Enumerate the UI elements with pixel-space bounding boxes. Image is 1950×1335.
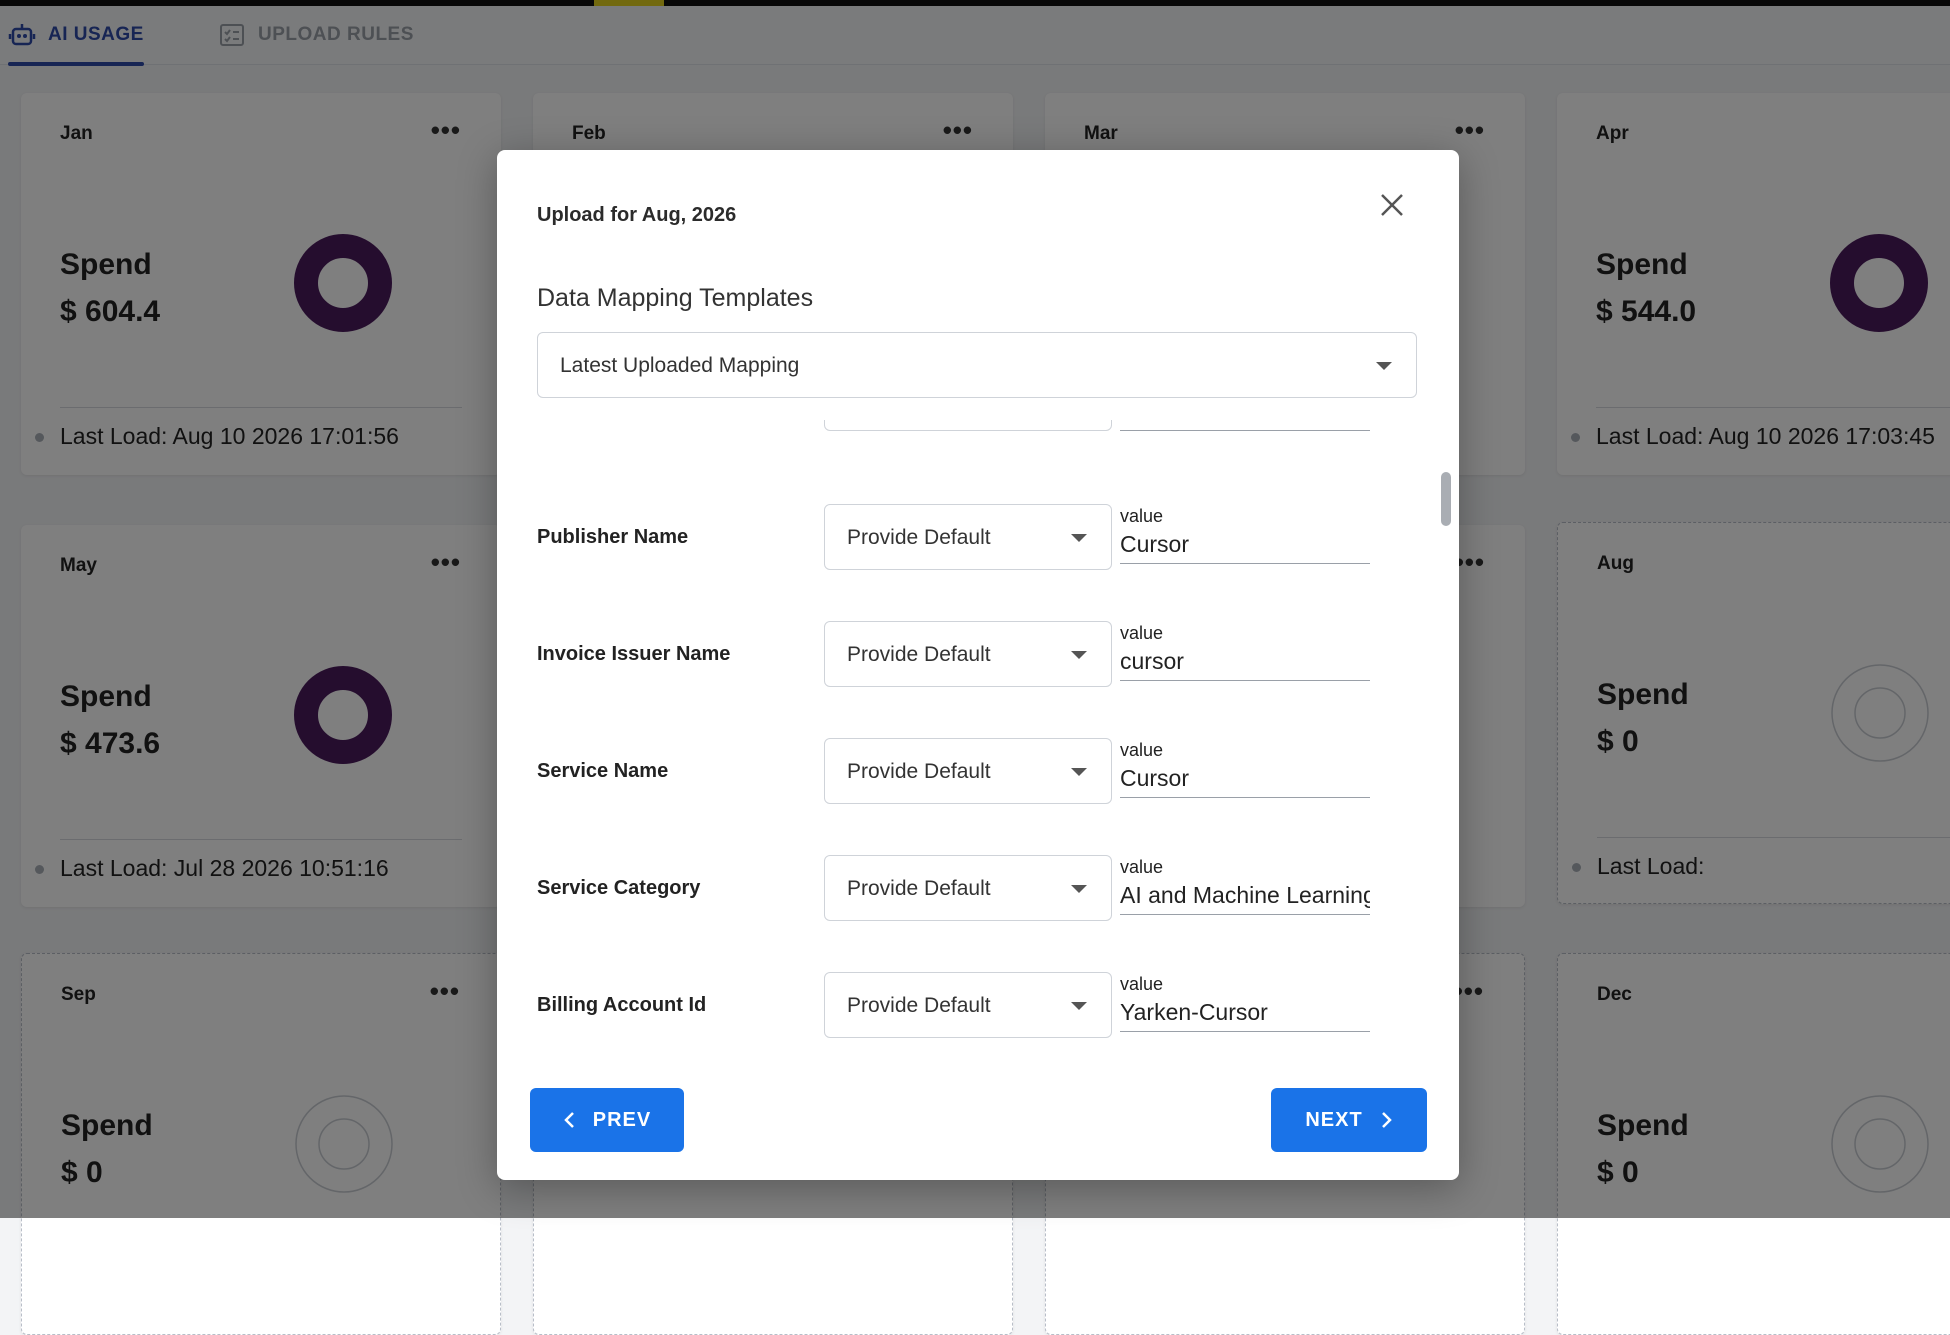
value-label: value	[1120, 506, 1164, 526]
chevron-left-icon	[563, 1112, 574, 1128]
row-label-service-name: Service Name	[537, 760, 669, 782]
value-input-billing-account[interactable]	[1120, 993, 1370, 1032]
value-label: value	[1120, 974, 1164, 994]
value-label: value	[1120, 740, 1164, 760]
chevron-down-icon	[1376, 362, 1392, 370]
section-title: Data Mapping Templates	[537, 284, 814, 312]
prev-button[interactable]: PREV	[530, 1088, 684, 1152]
row-label-billing-account: Billing Account Id	[537, 994, 707, 1016]
value-input-service-name[interactable]	[1120, 759, 1370, 798]
prev-button-label: PREV	[592, 1108, 652, 1131]
mode-select-value: Provide Default	[847, 526, 991, 549]
partial-mode-select[interactable]	[824, 420, 1112, 431]
modal-title: Upload for Aug, 2026	[537, 204, 737, 226]
mode-select-billing-account[interactable]: Provide Default	[824, 972, 1112, 1038]
mode-select-value: Provide Default	[847, 643, 991, 666]
upload-modal: Upload for Aug, 2026 Data Mapping Templa…	[497, 150, 1459, 1180]
mode-select-value: Provide Default	[847, 760, 991, 783]
close-icon[interactable]	[1377, 190, 1407, 220]
value-label: value	[1120, 623, 1164, 643]
chevron-down-icon	[1071, 1002, 1087, 1010]
scrollbar-thumb[interactable]	[1441, 472, 1451, 526]
row-label-service-category: Service Category	[537, 877, 701, 899]
mode-select-value: Provide Default	[847, 994, 991, 1017]
mode-select-service-name[interactable]: Provide Default	[824, 738, 1112, 804]
value-input-service-category[interactable]	[1120, 876, 1370, 915]
row-label-invoice-issuer: Invoice Issuer Name	[537, 643, 731, 665]
next-button[interactable]: NEXT	[1271, 1088, 1427, 1152]
mode-select-invoice-issuer[interactable]: Provide Default	[824, 621, 1112, 687]
mode-select-value: Provide Default	[847, 877, 991, 900]
value-input-publisher[interactable]	[1120, 525, 1370, 564]
chevron-down-icon	[1071, 885, 1087, 893]
chevron-right-icon	[1381, 1112, 1392, 1128]
template-select[interactable]: Latest Uploaded Mapping	[537, 332, 1417, 398]
value-input-invoice-issuer[interactable]	[1120, 642, 1370, 681]
value-label: value	[1120, 857, 1164, 877]
next-button-label: NEXT	[1305, 1108, 1363, 1131]
chevron-down-icon	[1071, 651, 1087, 659]
chevron-down-icon	[1071, 768, 1087, 776]
partial-value-input[interactable]	[1120, 420, 1370, 431]
template-select-value: Latest Uploaded Mapping	[560, 354, 800, 377]
mode-select-publisher[interactable]: Provide Default	[824, 504, 1112, 570]
mode-select-service-category[interactable]: Provide Default	[824, 855, 1112, 921]
row-label-publisher: Publisher Name	[537, 526, 689, 548]
chevron-down-icon	[1071, 534, 1087, 542]
